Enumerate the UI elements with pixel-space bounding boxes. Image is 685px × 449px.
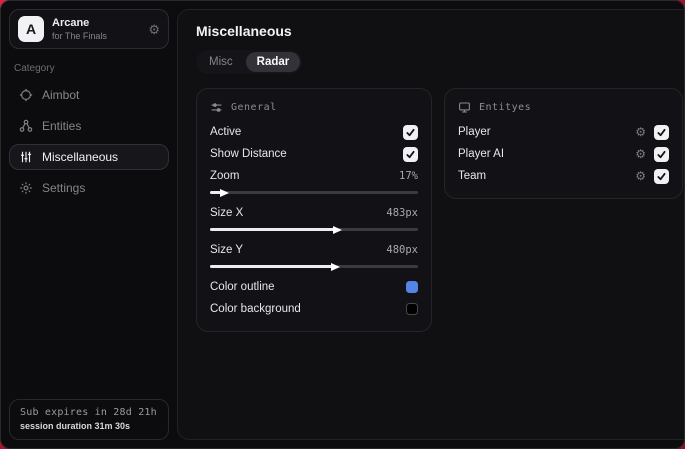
- sidebar-item-entities[interactable]: Entities: [9, 113, 169, 139]
- slider-thumb[interactable]: [332, 225, 342, 234]
- app-subtitle: for The Finals: [52, 30, 107, 41]
- crosshair-icon: [19, 88, 33, 102]
- entities-card: Entityes Player ⚙ Player AI ⚙ Team ⚙: [444, 88, 683, 199]
- general-card-title: General: [231, 102, 277, 113]
- slider-thumb[interactable]: [220, 188, 230, 197]
- slider-thumb[interactable]: [330, 262, 340, 271]
- setting-label: Color outline: [210, 281, 275, 293]
- zoom-slider[interactable]: [210, 188, 418, 197]
- network-icon: [19, 119, 33, 133]
- player-checkbox[interactable]: [654, 124, 669, 140]
- monitor-icon: [458, 101, 471, 114]
- app-name: Arcane: [52, 17, 90, 29]
- setting-label: Size Y: [210, 244, 244, 256]
- setting-row-zoom: Zoom 17%: [210, 165, 418, 187]
- setting-label: Zoom: [210, 170, 240, 182]
- check-icon: [657, 150, 666, 158]
- general-card: General Active Show Distance Zoom 17% Si…: [196, 88, 432, 332]
- entity-label: Player AI: [458, 148, 505, 160]
- setting-row-size-x: Size X 483px: [210, 202, 418, 224]
- gear-icon[interactable]: ⚙: [635, 148, 646, 160]
- app-window: A Arcane for The Finals ⚙ Category Aimbo…: [0, 0, 685, 449]
- entity-label: Team: [458, 170, 487, 182]
- setting-label: Show Distance: [210, 148, 287, 160]
- sidebar-item-miscellaneous[interactable]: Miscellaneous: [9, 144, 169, 170]
- show-distance-checkbox[interactable]: [403, 146, 418, 162]
- app-logo: A: [18, 16, 44, 42]
- tab-radar[interactable]: Radar: [245, 52, 301, 72]
- gear-icon[interactable]: ⚙: [635, 170, 646, 182]
- color-outline-swatch[interactable]: [406, 281, 418, 293]
- page-title: Miscellaneous: [196, 23, 292, 39]
- sidebar-item-settings[interactable]: Settings: [9, 175, 169, 201]
- entities-card-title: Entityes: [479, 102, 532, 113]
- setting-row-size-y: Size Y 480px: [210, 239, 418, 261]
- entity-row-player: Player ⚙: [458, 121, 669, 143]
- sidebar-item-label: Settings: [42, 181, 86, 195]
- tune-icon: [210, 101, 223, 114]
- tab-bar: Misc Radar: [196, 50, 303, 74]
- check-icon: [406, 150, 415, 158]
- color-background-swatch[interactable]: [406, 303, 418, 315]
- size-x-value: 483px: [386, 207, 418, 219]
- gear-icon[interactable]: ⚙: [148, 23, 160, 36]
- session-duration-text: session duration 31m 30s: [20, 421, 131, 431]
- sidebar-item-aimbot[interactable]: Aimbot: [9, 82, 169, 108]
- main-panel: Miscellaneous Misc Radar General Active …: [177, 9, 684, 440]
- entity-label: Player: [458, 126, 491, 138]
- size-y-value: 480px: [386, 244, 418, 256]
- check-icon: [406, 128, 415, 136]
- subscription-card: Sub expires in 28d 21h session duration …: [9, 399, 169, 440]
- setting-label: Size X: [210, 207, 244, 219]
- setting-row-show-distance: Show Distance: [210, 143, 418, 165]
- entity-row-player-ai: Player AI ⚙: [458, 143, 669, 165]
- setting-row-color-outline: Color outline: [210, 276, 418, 298]
- gear-icon[interactable]: ⚙: [635, 126, 646, 138]
- size-x-slider[interactable]: [210, 225, 418, 234]
- sidebar-item-label: Entities: [42, 119, 82, 133]
- sidebar-item-label: Aimbot: [42, 88, 80, 102]
- setting-label: Color background: [210, 303, 301, 315]
- tab-misc[interactable]: Misc: [198, 52, 244, 72]
- sidebar: A Arcane for The Finals ⚙ Category Aimbo…: [1, 1, 177, 448]
- app-header-card: A Arcane for The Finals ⚙: [9, 9, 169, 49]
- check-icon: [657, 172, 666, 180]
- check-icon: [657, 128, 666, 136]
- size-y-slider[interactable]: [210, 262, 418, 271]
- entity-row-team: Team ⚙: [458, 165, 669, 187]
- sliders-icon: [19, 150, 33, 164]
- active-checkbox[interactable]: [403, 124, 418, 140]
- sidebar-item-label: Miscellaneous: [42, 150, 119, 164]
- setting-label: Active: [210, 126, 242, 138]
- setting-row-active: Active: [210, 121, 418, 143]
- player-ai-checkbox[interactable]: [654, 146, 669, 162]
- setting-row-color-background: Color background: [210, 298, 418, 320]
- sidebar-nav: Aimbot Entities Miscellaneous Settings: [9, 82, 169, 201]
- category-label: Category: [14, 63, 55, 74]
- gear-icon: [19, 181, 33, 195]
- sub-expiry-text: Sub expires in 28d 21h: [20, 407, 157, 418]
- zoom-value: 17%: [399, 170, 418, 182]
- team-checkbox[interactable]: [654, 168, 669, 184]
